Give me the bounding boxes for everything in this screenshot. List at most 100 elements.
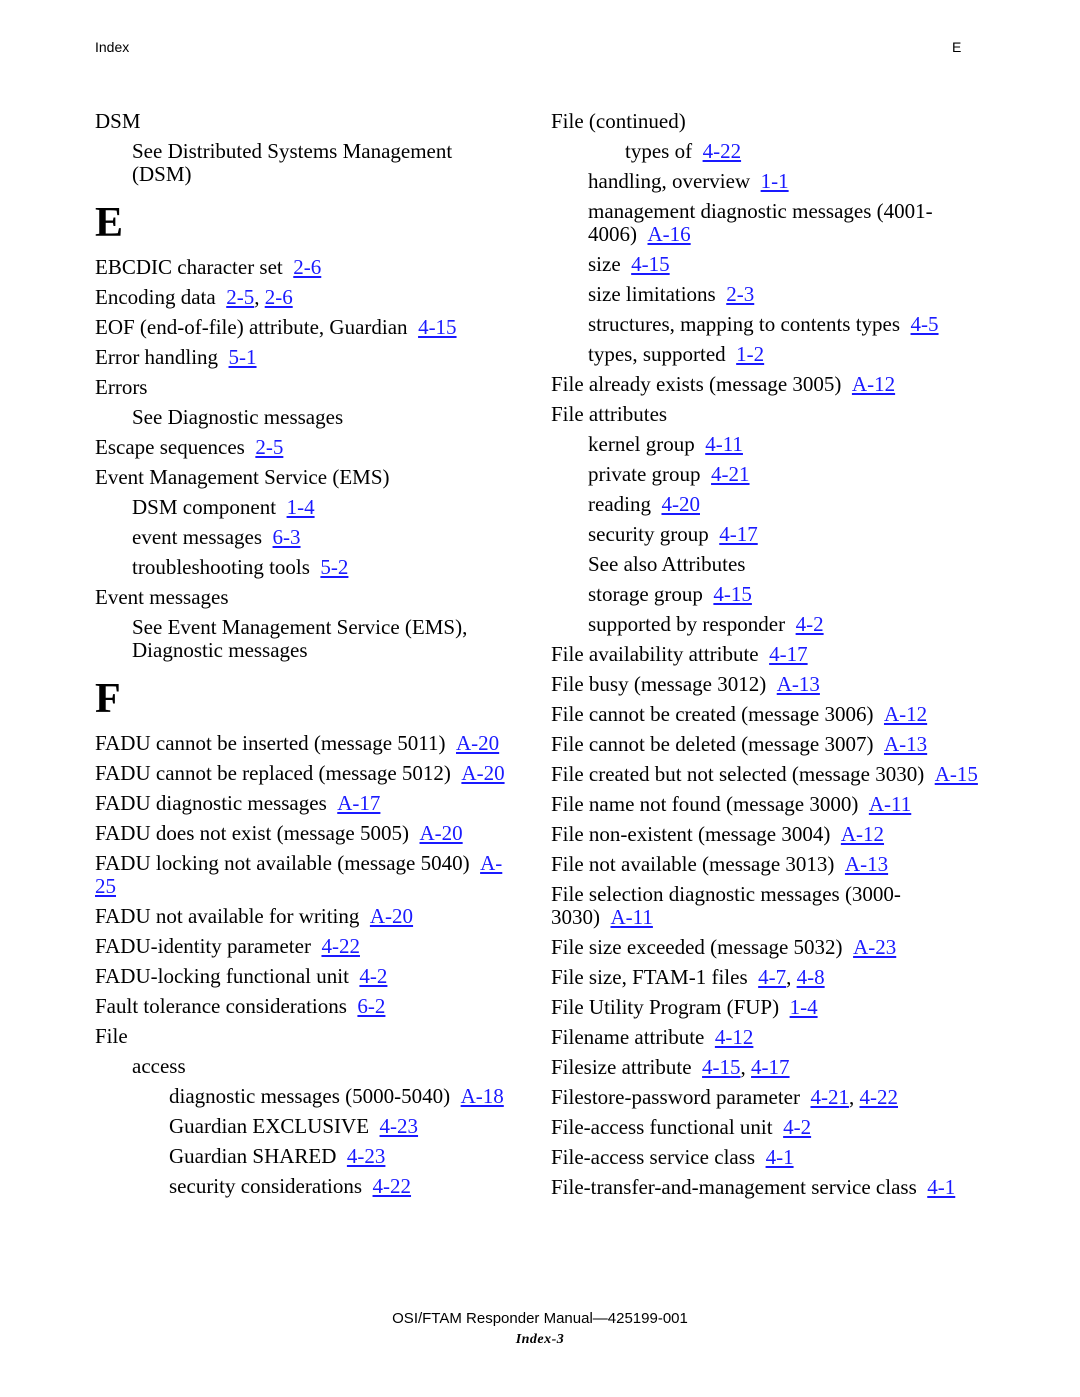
page-reference-link[interactable]: 4-1: [927, 1175, 955, 1199]
footer-page-number: Index-3: [515, 1332, 565, 1347]
page-reference-link[interactable]: 4-12: [715, 1025, 754, 1049]
page-reference-link[interactable]: 4-23: [347, 1144, 386, 1168]
index-entry-term: File-access functional unit: [551, 1115, 773, 1139]
page-reference-link[interactable]: A-12: [841, 822, 884, 846]
page-reference-link[interactable]: 5-2: [320, 555, 348, 579]
page-reference-link[interactable]: 4-17: [751, 1055, 790, 1079]
page-reference-link[interactable]: A-13: [777, 672, 820, 696]
index-entry: types, supported 1-2: [551, 343, 981, 366]
index-entry: File (continued): [551, 110, 981, 133]
index-entry-term: diagnostic messages (5000-5040): [169, 1084, 451, 1108]
page-reference-link[interactable]: A-12: [852, 372, 895, 396]
page-reference-link[interactable]: 1-4: [287, 495, 315, 519]
page-reference-link[interactable]: A-13: [884, 732, 927, 756]
index-entry: Filename attribute 4-12: [551, 1026, 981, 1049]
page-reference-link[interactable]: 4-1: [766, 1145, 794, 1169]
index-entry-term: File cannot be created (message 3006): [551, 702, 874, 726]
index-entry: EOF (end-of-file) attribute, Guardian 4-…: [95, 316, 515, 339]
index-entry: Event messages: [95, 586, 515, 609]
index-entry: See also Attributes: [551, 553, 981, 576]
page-reference-link[interactable]: 2-6: [265, 285, 293, 309]
index-entry: troubleshooting tools 5-2: [95, 556, 515, 579]
page-reference-link[interactable]: A-18: [461, 1084, 504, 1108]
page-reference-link[interactable]: 4-2: [796, 612, 824, 636]
page-reference-link[interactable]: A-16: [648, 222, 691, 246]
page-reference-link[interactable]: 4-22: [321, 934, 360, 958]
index-letter-heading: F: [95, 676, 121, 722]
index-entry-term: See Diagnostic messages: [132, 405, 344, 429]
page-reference-link[interactable]: 4-15: [713, 582, 752, 606]
page-reference-link[interactable]: 4-15: [418, 315, 457, 339]
page-reference-link[interactable]: 5-1: [229, 345, 257, 369]
page-reference-link[interactable]: 4-17: [769, 642, 808, 666]
page-reference-link[interactable]: 6-3: [273, 525, 301, 549]
index-entry-term: Escape sequences: [95, 435, 245, 459]
index-entry: Guardian SHARED 4-23: [95, 1145, 515, 1168]
index-entry-term: Error handling: [95, 345, 219, 369]
index-entry: File size exceeded (message 5032) A-23: [551, 936, 981, 959]
page-reference-link[interactable]: 4-2: [359, 964, 387, 988]
page-reference-link[interactable]: 2-3: [726, 282, 754, 306]
page-reference-link[interactable]: 4-21: [711, 462, 750, 486]
page-reference-link[interactable]: 2-5: [226, 285, 254, 309]
index-entry-term: FADU locking not available (message 5040…: [95, 851, 470, 875]
page-reference-link[interactable]: 4-22: [860, 1085, 899, 1109]
index-entry: Encoding data 2-5, 2-6: [95, 285, 293, 309]
page-reference-link[interactable]: 4-7: [758, 965, 786, 989]
page-reference-link[interactable]: 4-15: [702, 1055, 741, 1079]
page-reference-link[interactable]: 1-4: [790, 995, 818, 1019]
page-reference-link[interactable]: A-17: [337, 791, 380, 815]
index-entry-term: access: [132, 1054, 186, 1078]
page-reference-link[interactable]: 2-5: [255, 435, 283, 459]
page-reference-link[interactable]: A-23: [853, 935, 896, 959]
index-entry: Guardian EXCLUSIVE 4-23: [95, 1115, 515, 1138]
index-entry-term: Filename attribute: [551, 1025, 705, 1049]
page-reference-link[interactable]: 2-6: [293, 255, 321, 279]
page-reference-link[interactable]: A-11: [611, 905, 653, 929]
page-reference-link[interactable]: 4-2: [783, 1115, 811, 1139]
page-reference-link[interactable]: A-20: [420, 821, 463, 845]
page-reference-link[interactable]: 4-8: [797, 965, 825, 989]
index-entry-term: DSM component: [132, 495, 277, 519]
page-reference-link[interactable]: A-13: [845, 852, 888, 876]
page-reference-link[interactable]: 4-15: [631, 252, 670, 276]
index-entry-term: Guardian SHARED: [169, 1144, 337, 1168]
page-reference-link[interactable]: 4-5: [911, 312, 939, 336]
page-reference-link[interactable]: 1-1: [761, 169, 789, 193]
index-entry: FADU cannot be replaced (message 5012) A…: [95, 762, 515, 785]
index-entry-term: EOF (end-of-file) attribute, Guardian: [95, 315, 408, 339]
page-reference-link[interactable]: A-20: [461, 761, 504, 785]
page-reference-link[interactable]: 4-22: [373, 1174, 412, 1198]
index-entry-term: supported by responder: [588, 612, 786, 636]
index-entry-term: File: [95, 1024, 128, 1048]
page-reference-link[interactable]: 4-21: [811, 1085, 850, 1109]
index-entry: EBCDIC character set 2-6: [95, 256, 515, 279]
page-reference-link[interactable]: 4-20: [661, 492, 700, 516]
index-entry-term: EBCDIC character set: [95, 255, 283, 279]
index-entry-term: size limitations: [588, 282, 716, 306]
page-reference-link[interactable]: 1-2: [736, 342, 764, 366]
page-reference-link[interactable]: 6-2: [357, 994, 385, 1018]
page-reference-link[interactable]: A-11: [869, 792, 911, 816]
index-entry: DSM: [95, 110, 515, 133]
index-entry: File cannot be created (message 3006) A-…: [551, 703, 981, 726]
index-entry-term: File not available (message 3013): [551, 852, 835, 876]
page-reference-link[interactable]: A-20: [456, 731, 499, 755]
index-entry: security group 4-17: [551, 523, 981, 546]
index-entry-term: Fault tolerance considerations: [95, 994, 347, 1018]
index-entry-term: event messages: [132, 525, 263, 549]
page-reference-link[interactable]: A-20: [370, 904, 413, 928]
page-reference-link[interactable]: A-15: [935, 762, 978, 786]
page-reference-link[interactable]: 4-22: [703, 139, 742, 163]
index-entry-term: storage group: [588, 582, 703, 606]
index-entry: diagnostic messages (5000-5040) A-18: [95, 1085, 515, 1108]
index-column-right: File (continued) types of 4-22 handling, o…: [551, 110, 981, 1206]
index-entry-term: File size exceeded (message 5032): [551, 935, 843, 959]
page-reference-link[interactable]: A-12: [884, 702, 927, 726]
page-reference-link[interactable]: 4-11: [705, 432, 743, 456]
index-entry-term: Filestore-password parameter: [551, 1085, 800, 1109]
index-entry-term: File Utility Program (FUP): [551, 995, 780, 1019]
index-entry-term: FADU-identity parameter: [95, 934, 311, 958]
page-reference-link[interactable]: 4-17: [719, 522, 758, 546]
page-reference-link[interactable]: 4-23: [380, 1114, 419, 1138]
